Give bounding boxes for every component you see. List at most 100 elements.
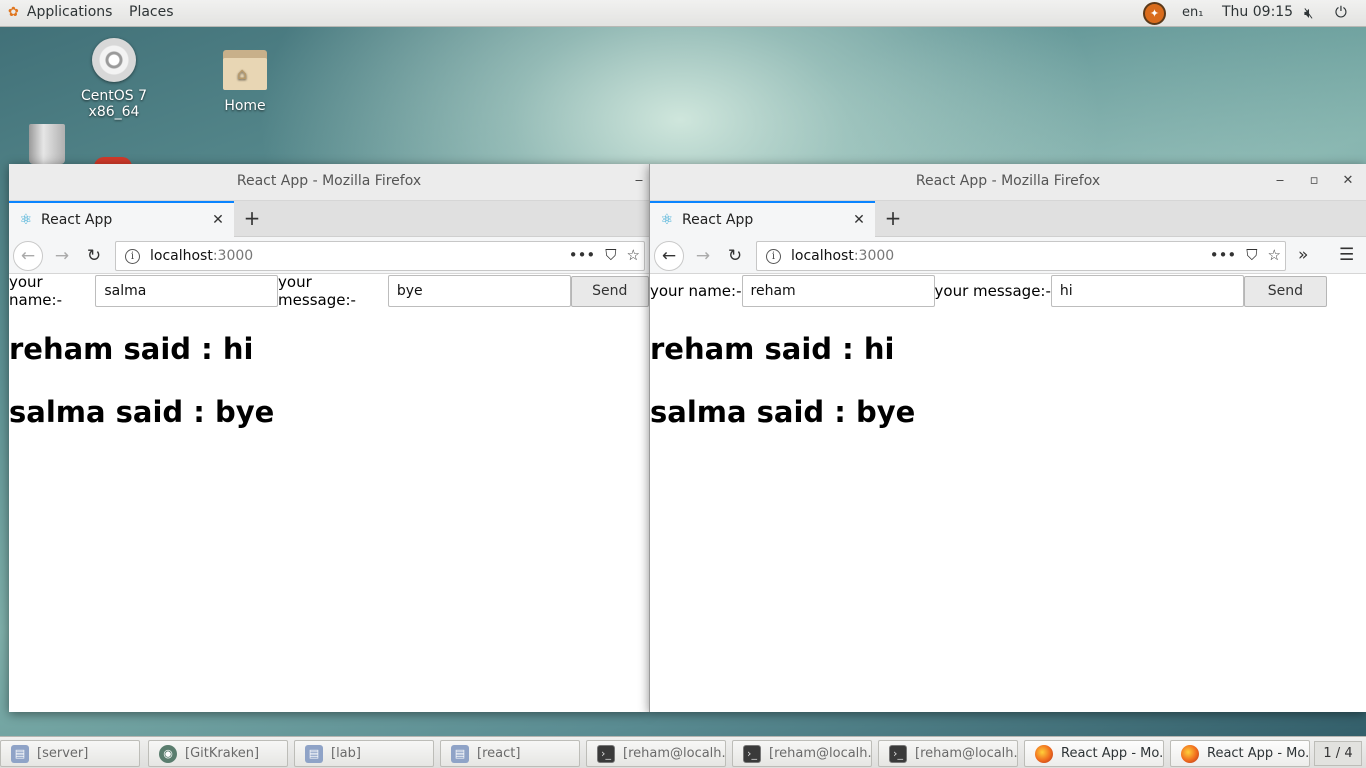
task-label: React App - Mo... [1061,746,1164,761]
url-bar[interactable]: i localhost:3000 ••• ⛉ ☆ [115,241,645,271]
site-info-icon[interactable]: i [766,248,781,264]
reload-button[interactable]: ↻ [81,243,107,269]
back-button[interactable]: ← [654,241,684,271]
task-terminal-1[interactable]: ›_ [reham@localh... [586,740,726,767]
url-bar[interactable]: i localhost:3000 ••• ⛉ ☆ [756,241,1286,271]
tab-title: React App [682,212,754,228]
applications-menu[interactable]: ✿ Applications [8,4,112,20]
task-lab[interactable]: ▤ [lab] [294,740,434,767]
minimize-button[interactable]: ‒ [629,173,649,188]
back-button[interactable]: ← [13,241,43,271]
react-favicon-icon: ⚛ [660,212,674,228]
applications-menu-label: Applications [26,4,113,20]
home-folder-icon: ⌂ [223,48,267,90]
task-label: [server] [37,746,89,761]
message-input[interactable]: bye [387,275,571,307]
power-icon[interactable]: ⏻ [1335,3,1347,21]
window-titlebar[interactable]: React App - Mozilla Firefox ‒ ▫ ✕ [650,164,1366,201]
close-tab-icon[interactable]: ✕ [849,212,869,228]
task-server[interactable]: ▤ [server] [0,740,140,767]
message-list: reham said : hi salma said : bye [650,334,1366,427]
tab-strip: ⚛ React App ✕ + [9,201,649,237]
maximize-button[interactable]: ▫ [1304,173,1324,188]
workspace-switcher[interactable]: 1 / 4 [1314,741,1362,766]
name-input[interactable]: salma [95,275,279,307]
bookmark-star-icon[interactable]: ☆ [627,246,640,264]
pocket-icon[interactable]: ⛉ [605,246,616,264]
navigation-toolbar: ← → ↻ i localhost:3000 ••• ⛉ ☆ » ☰ [650,237,1366,274]
firefox-icon [1035,744,1053,763]
task-label: [react] [477,746,521,761]
volume-muted-icon[interactable]: 🔇︎ [1304,4,1313,22]
message-list: reham said : hi salma said : bye [9,334,649,427]
message-label: your message:- [934,282,1051,300]
url-host: localhost [791,248,854,264]
name-input[interactable]: reham [741,275,935,307]
terminal-icon: ›_ [889,744,907,763]
clock[interactable]: Thu 09:15 [1222,4,1293,20]
top-panel: ✿ Applications Places ✦ en₁ Thu 09:15 🔇︎… [0,0,1366,27]
reload-button[interactable]: ↻ [722,243,748,269]
pocket-icon[interactable]: ⛉ [1246,246,1257,264]
task-terminal-2[interactable]: ›_ [reham@localh... [732,740,872,767]
desktop-icon-centos-disc[interactable]: CentOS 7 x86_64 [74,38,154,120]
tab-react-app[interactable]: ⚛ React App ✕ [9,201,234,237]
task-label: [GitKraken] [185,746,260,761]
message-item: salma said : bye [650,395,916,429]
minimize-button[interactable]: ‒ [1270,173,1290,188]
chat-form: your name:- reham your message:- hi Send [650,274,1366,308]
send-button[interactable]: Send [1243,275,1327,307]
places-menu-label: Places [129,4,174,20]
page-actions-icon[interactable]: ••• [1210,246,1237,264]
keyboard-layout-indicator[interactable]: en₁ [1182,5,1203,20]
chat-form: your name:- salma your message:- bye Sen… [9,273,649,309]
tab-react-app[interactable]: ⚛ React App ✕ [650,201,875,237]
firefox-icon [1181,744,1199,763]
hamburger-menu-icon[interactable]: ☰ [1339,245,1354,265]
terminal-icon: ›_ [597,744,615,763]
desktop-icon-trash[interactable] [26,124,68,164]
tab-title: React App [41,212,113,228]
bottom-taskbar: ▤ [server] ◉ [GitKraken] ▤ [lab] ▤ [reac… [0,736,1366,768]
task-firefox-2[interactable]: React App - Mo... [1170,740,1310,767]
places-menu[interactable]: Places [129,4,174,20]
task-label: [lab] [331,746,361,761]
terminal-icon: ›_ [743,744,761,763]
task-react[interactable]: ▤ [react] [440,740,580,767]
window-title: React App - Mozilla Firefox [236,173,422,189]
message-item: reham said : hi [9,332,254,366]
close-window-button[interactable]: ✕ [1338,173,1358,188]
url-port: :3000 [212,248,254,264]
task-label: [reham@localh... [915,746,1018,761]
new-tab-button[interactable]: + [882,207,904,229]
centos-label-line2: x86_64 [88,104,140,120]
name-label: your name:- [9,273,63,309]
forward-button[interactable]: → [690,243,716,269]
close-tab-icon[interactable]: ✕ [208,212,228,228]
name-label: your name:- [650,282,742,300]
site-info-icon[interactable]: i [125,248,140,264]
url-host: localhost [150,248,213,264]
task-gitkraken[interactable]: ◉ [GitKraken] [148,740,288,767]
navigation-toolbar: ← → ↻ i localhost:3000 ••• ⛉ ☆ [9,237,649,274]
page-content: your name:- salma your message:- bye Sen… [9,273,649,427]
gitkraken-icon: ◉ [159,744,177,763]
new-tab-button[interactable]: + [241,207,263,229]
window-title: React App - Mozilla Firefox [915,173,1101,189]
trash-icon [29,124,65,164]
firefox-window-left: React App - Mozilla Firefox ‒ ⚛ React Ap… [9,164,649,712]
window-titlebar[interactable]: React App - Mozilla Firefox ‒ [9,164,649,201]
page-content: your name:- reham your message:- hi Send… [650,274,1366,427]
desktop-icon-home[interactable]: ⌂ Home [208,48,282,114]
message-input[interactable]: hi [1050,275,1244,307]
home-label: Home [224,98,266,114]
bookmark-star-icon[interactable]: ☆ [1268,246,1281,264]
overflow-chevron-icon[interactable]: » [1298,245,1308,265]
tray-app-icon[interactable]: ✦ [1143,2,1166,25]
optical-disc-icon [92,38,136,82]
forward-button[interactable]: → [49,243,75,269]
task-firefox-1[interactable]: React App - Mo... [1024,740,1164,767]
page-actions-icon[interactable]: ••• [569,246,596,264]
task-terminal-3[interactable]: ›_ [reham@localh... [878,740,1018,767]
send-button[interactable]: Send [570,275,649,307]
